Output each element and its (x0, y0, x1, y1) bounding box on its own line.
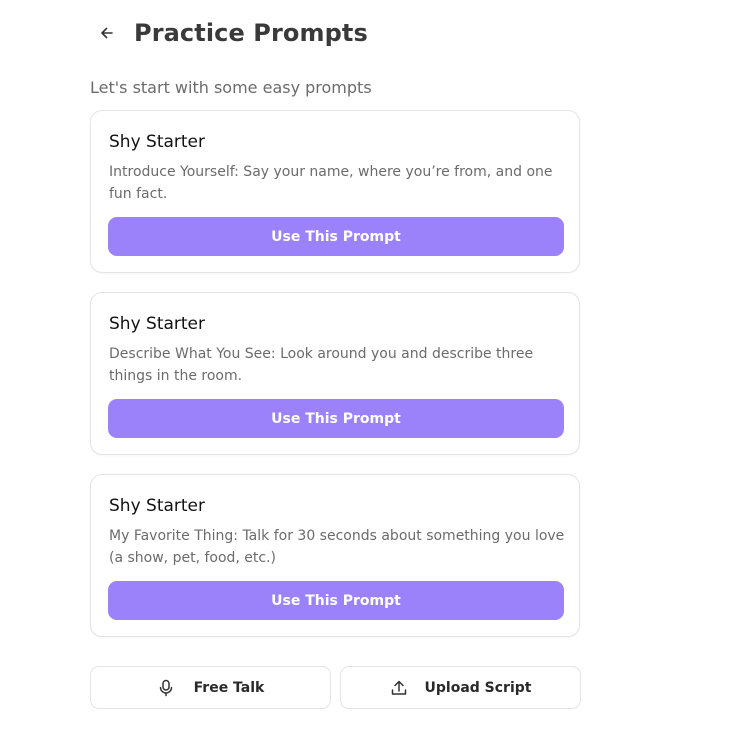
prompt-card: Shy Starter My Favorite Thing: Talk for … (90, 474, 580, 637)
back-button[interactable] (90, 16, 124, 50)
page-subtitle: Let's start with some easy prompts (90, 78, 372, 97)
use-prompt-button[interactable]: Use This Prompt (108, 581, 564, 620)
upload-icon (390, 679, 408, 697)
upload-script-label: Upload Script (424, 679, 532, 696)
prompt-card-description: Describe What You See: Look around you a… (109, 346, 534, 384)
arrow-left-icon (101, 27, 113, 39)
use-prompt-button[interactable]: Use This Prompt (108, 399, 564, 438)
prompt-card-title: Shy Starter (109, 496, 206, 516)
prompt-card-title: Shy Starter (109, 132, 206, 152)
prompt-card-description: Introduce Yourself: Say your name, where… (109, 164, 553, 202)
upload-script-button[interactable]: Upload Script (340, 666, 581, 709)
prompt-card-description: My Favorite Thing: Talk for 30 seconds a… (109, 528, 565, 566)
free-talk-button[interactable]: Free Talk (90, 666, 331, 709)
free-talk-label: Free Talk (193, 679, 265, 696)
microphone-icon (157, 679, 175, 697)
use-prompt-button[interactable]: Use This Prompt (108, 217, 564, 256)
prompt-card: Shy Starter Describe What You See: Look … (90, 292, 580, 455)
page-header: Practice Prompts (90, 14, 368, 52)
prompt-card: Shy Starter Introduce Yourself: Say your… (90, 110, 580, 273)
page-title: Practice Prompts (134, 19, 368, 47)
prompt-card-title: Shy Starter (109, 314, 206, 334)
